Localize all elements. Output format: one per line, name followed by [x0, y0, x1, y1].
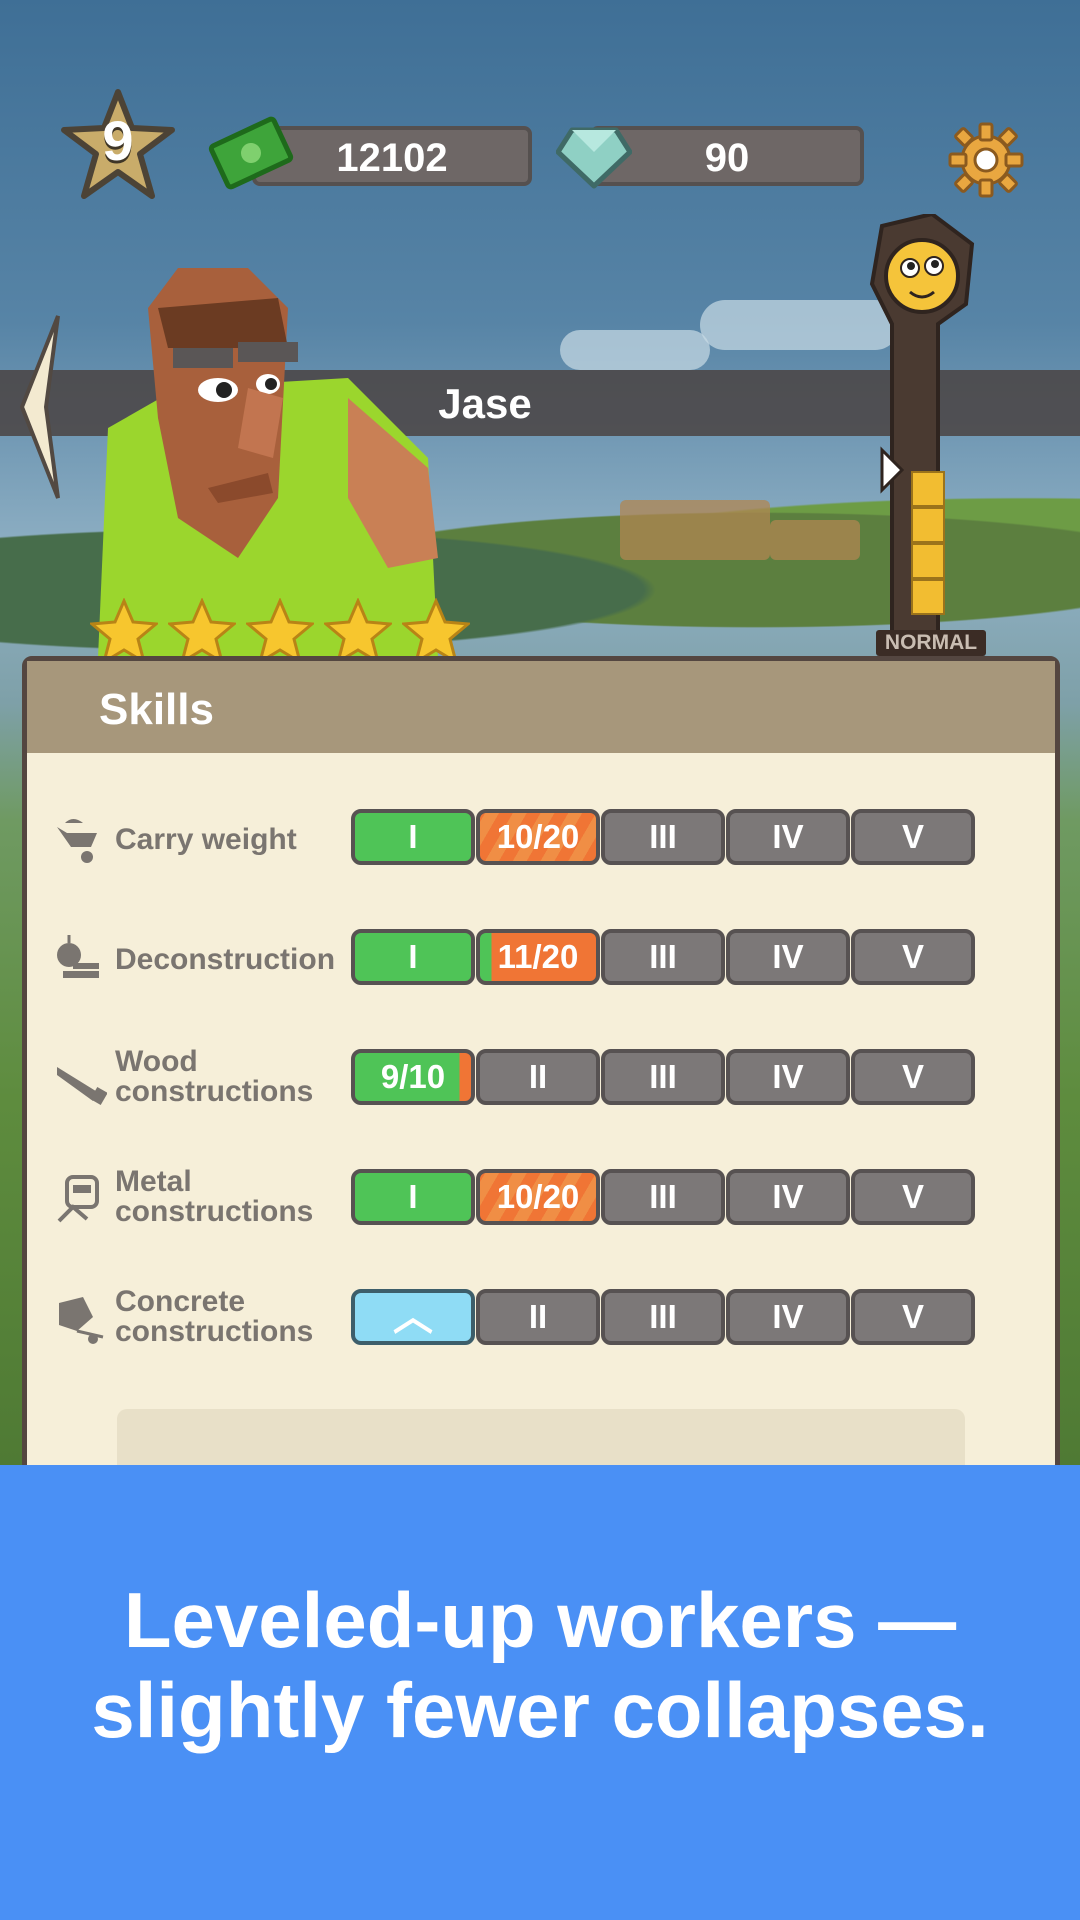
- skill-label: Deconstruction: [115, 943, 336, 976]
- skill-label: Concrete constructions: [115, 1285, 314, 1348]
- skill-level-segment: V: [851, 1289, 975, 1345]
- skill-level-segment: I: [351, 809, 475, 865]
- skill-level-segment: II: [476, 1289, 600, 1345]
- skill-level-segment: IV: [726, 1289, 850, 1345]
- promo-caption: Leveled-up workers — slightly fewer coll…: [0, 1465, 1080, 1920]
- skill-label: Carry weight: [115, 823, 297, 856]
- wheelbarrow-icon: [57, 819, 97, 863]
- skill-level-segment: III: [601, 1049, 725, 1105]
- skill-level-segment: V: [851, 809, 975, 865]
- gem-icon: [556, 127, 632, 189]
- skill-level-segment: III: [601, 929, 725, 985]
- skill-row-deconstruction: Deconstruction I 11/20 III IV V: [27, 921, 1055, 1001]
- player-level: 9: [102, 109, 134, 172]
- wrecking-ball-icon: [57, 935, 99, 978]
- skill-row-concrete-constructions: Concrete constructions ︿ II III IV V: [27, 1281, 1055, 1361]
- skill-progress: ︿ II III IV V: [351, 1289, 976, 1345]
- skill-level-segment: II: [476, 1049, 600, 1105]
- skill-level-segment: III: [601, 1289, 725, 1345]
- skill-level-segment: 9/10: [351, 1049, 475, 1105]
- skill-level-segment: V: [851, 1169, 975, 1225]
- cash-counter: 12102: [252, 126, 532, 186]
- skill-level-segment: V: [851, 929, 975, 985]
- skill-level-segment: V: [851, 1049, 975, 1105]
- saw-icon: [57, 1067, 107, 1106]
- settings-gear-icon[interactable]: [948, 122, 1024, 198]
- skill-level-segment: IV: [726, 1049, 850, 1105]
- cement-mixer-icon: [59, 1297, 104, 1344]
- cash-value: 12102: [336, 136, 448, 180]
- skill-level-segment: IV: [726, 929, 850, 985]
- welding-mask-icon: [57, 1175, 99, 1223]
- skill-progress: I 10/20 III IV V: [351, 1169, 976, 1225]
- skill-progress: I 10/20 III IV V: [351, 809, 976, 865]
- caption-line-2: slightly fewer collapses.: [91, 1666, 989, 1754]
- skill-label: Metal constructions: [115, 1165, 314, 1228]
- skill-progress: 9/10 II III IV V: [351, 1049, 976, 1105]
- skill-label: Wood constructions: [115, 1045, 314, 1108]
- skill-row-metal-constructions: Metal constructions I 10/20 III IV V: [27, 1161, 1055, 1241]
- gem-value: 90: [704, 136, 750, 180]
- skills-title: Skills: [99, 685, 214, 734]
- skill-row-carry-weight: Carry weight I 10/20 III IV V: [27, 801, 1055, 881]
- skill-level-segment: 10/20: [476, 809, 600, 865]
- previous-worker-arrow-icon[interactable]: [18, 312, 64, 502]
- skill-level-segment: 10/20: [476, 1169, 600, 1225]
- skill-level-segment: I: [351, 929, 475, 985]
- skill-level-segment: III: [601, 1169, 725, 1225]
- skills-header: Skills: [27, 661, 1055, 753]
- skill-progress: I 11/20 III IV V: [351, 929, 976, 985]
- skill-level-segment: III: [601, 809, 725, 865]
- skill-level-segment: IV: [726, 809, 850, 865]
- mood-meter-label: NORMAL: [876, 630, 986, 656]
- skill-level-segment: 11/20: [476, 929, 600, 985]
- skill-row-wood-constructions: Wood constructions 9/10 II III IV V: [27, 1041, 1055, 1121]
- skills-panel: Skills Carry weight I 10/20 III IV V Dec…: [22, 656, 1060, 1506]
- caption-line-1: Leveled-up workers —: [123, 1576, 957, 1664]
- level-badge: 9: [58, 86, 178, 202]
- chevron-up-icon: ︿: [393, 1295, 433, 1339]
- skill-upgrade-button[interactable]: ︿: [351, 1289, 475, 1345]
- skill-level-segment: IV: [726, 1169, 850, 1225]
- skill-level-segment: I: [351, 1169, 475, 1225]
- mood-meter: [869, 214, 975, 636]
